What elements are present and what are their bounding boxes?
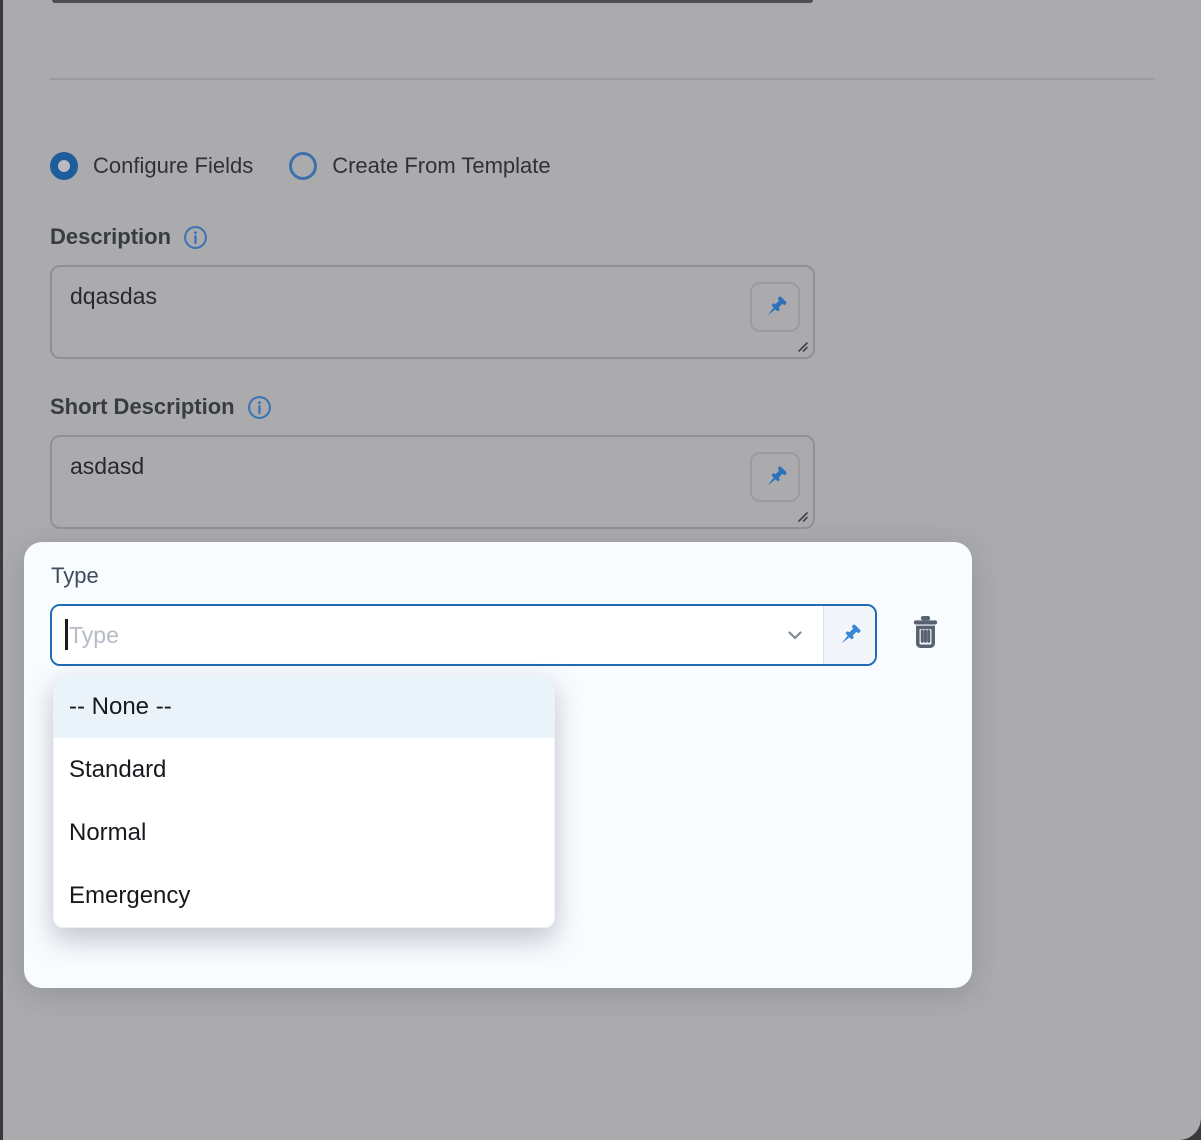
dropdown-option-none[interactable]: -- None --: [54, 675, 554, 738]
text-caret: [65, 619, 68, 650]
dropdown-option-normal[interactable]: Normal: [54, 801, 554, 864]
radio-configure-fields[interactable]: Configure Fields: [50, 152, 253, 180]
pin-button[interactable]: [823, 606, 875, 664]
dropdown-option-emergency[interactable]: Emergency: [54, 864, 554, 927]
type-combobox: [50, 604, 877, 666]
radio-unselected-icon[interactable]: [289, 152, 317, 180]
radio-label[interactable]: Configure Fields: [93, 153, 253, 179]
description-label-row: Description: [50, 224, 208, 250]
type-input[interactable]: [52, 606, 823, 664]
type-label: Type: [51, 563, 99, 589]
description-label: Description: [50, 224, 171, 250]
delete-field-button[interactable]: [903, 608, 947, 652]
resize-handle-icon[interactable]: [795, 509, 809, 523]
chevron-down-icon[interactable]: [783, 623, 807, 647]
form-page: Configure Fields Create From Template De…: [0, 0, 1201, 1140]
field-mode-radio-group: Configure Fields Create From Template: [50, 152, 551, 180]
resize-handle-icon[interactable]: [795, 339, 809, 353]
description-textarea[interactable]: dqasdas: [52, 267, 813, 357]
type-dropdown-list: -- None -- Standard Normal Emergency: [53, 674, 555, 928]
short-description-textarea[interactable]: asdasd: [52, 437, 813, 527]
trash-icon: [907, 612, 944, 649]
short-description-textarea-wrap: asdasd: [50, 435, 815, 529]
pushpin-icon: [762, 294, 789, 321]
section-divider: [50, 78, 1155, 80]
type-input-wrap: [52, 606, 823, 664]
description-textarea-wrap: dqasdas: [50, 265, 815, 359]
left-panel-edge: [0, 0, 3, 1140]
dropdown-option-standard[interactable]: Standard: [54, 738, 554, 801]
radio-label[interactable]: Create From Template: [332, 153, 550, 179]
pin-button[interactable]: [750, 452, 800, 502]
pushpin-icon: [836, 622, 863, 649]
short-description-label-row: Short Description: [50, 394, 272, 420]
pin-button[interactable]: [750, 282, 800, 332]
type-field-spotlight-card: Type: [24, 542, 972, 988]
pushpin-icon: [762, 464, 789, 491]
radio-create-from-template[interactable]: Create From Template: [289, 152, 550, 180]
info-icon[interactable]: [183, 225, 208, 250]
short-description-label: Short Description: [50, 394, 235, 420]
info-icon[interactable]: [247, 395, 272, 420]
clipped-field-bottom-border: [52, 0, 813, 3]
radio-selected-icon[interactable]: [50, 152, 78, 180]
